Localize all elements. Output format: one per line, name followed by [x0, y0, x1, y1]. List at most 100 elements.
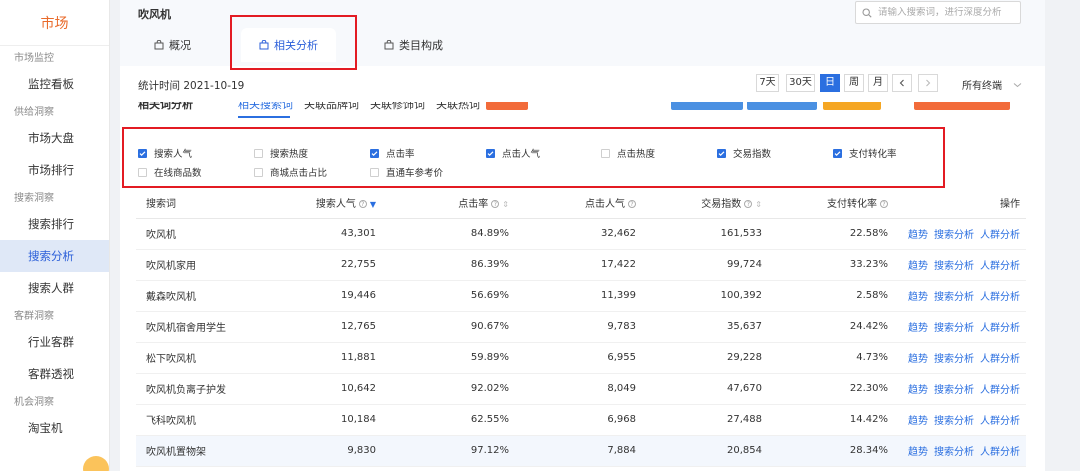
- cell-keyword: 飞科吹风机: [136, 404, 286, 436]
- search-analysis-link[interactable]: 搜索分析: [934, 230, 974, 241]
- tab-category-composition[interactable]: 类目构成: [384, 28, 443, 62]
- col-pay-conversion[interactable]: 支付转化率?: [764, 188, 890, 219]
- chevron-right-icon: [926, 79, 931, 87]
- crowd-analysis-link[interactable]: 人群分析: [980, 416, 1020, 427]
- cell-actions: 趋势 搜索分析 人群分析: [890, 342, 1026, 374]
- trend-link[interactable]: 趋势: [908, 230, 928, 241]
- col-click-rate[interactable]: 点击率? ⇕: [378, 188, 511, 219]
- search-analysis-link[interactable]: 搜索分析: [934, 261, 974, 272]
- sort-icon[interactable]: ⇕: [502, 200, 509, 209]
- sidebar-item-market-ranking[interactable]: 市场排行: [0, 154, 109, 186]
- sidebar-item-market-overview[interactable]: 市场大盘: [0, 122, 109, 154]
- toolbar-button[interactable]: [747, 102, 817, 110]
- help-icon[interactable]: ?: [358, 200, 367, 209]
- col-keyword: 搜索词: [136, 188, 286, 219]
- trend-link[interactable]: 趋势: [908, 261, 928, 272]
- help-icon[interactable]: ?: [880, 200, 888, 209]
- subtab-related-words[interactable]: 相关搜索词: [238, 102, 293, 112]
- cell-actions: 趋势 搜索分析 人群分析: [890, 311, 1026, 343]
- range-7d-button[interactable]: 7天: [756, 74, 779, 92]
- trend-link[interactable]: 趋势: [908, 292, 928, 303]
- trend-link[interactable]: 趋势: [908, 447, 928, 458]
- subtab-underline: [238, 116, 290, 118]
- range-week-button[interactable]: 周: [844, 74, 864, 92]
- terminal-select[interactable]: 所有终端: [962, 77, 1022, 92]
- search-input[interactable]: [878, 7, 1018, 18]
- crowd-analysis-link[interactable]: 人群分析: [980, 323, 1020, 334]
- crowd-analysis-link[interactable]: 人群分析: [980, 447, 1020, 458]
- table-header-row: 搜索词 搜索人气? ▼ 点击率? ⇕ 点击人气? 交易指数? ⇕ 支付转化率? 操作: [136, 188, 1026, 219]
- subtab-bar: 相关词分析 相关搜索词 关联品牌词 关联修饰词 关联热词: [120, 102, 1045, 118]
- sidebar-section-title: 机会洞察: [14, 397, 54, 408]
- col-click-popularity[interactable]: 点击人气?: [511, 188, 638, 219]
- trend-link[interactable]: 趋势: [908, 385, 928, 396]
- subtab-brand-words[interactable]: 关联品牌词: [304, 102, 359, 112]
- toolbar-button[interactable]: [486, 102, 528, 110]
- toolbar-button[interactable]: [914, 102, 1010, 110]
- next-date-button[interactable]: [918, 74, 938, 92]
- help-icon[interactable]: ?: [628, 200, 636, 209]
- cell-click-popularity: 11,399: [511, 280, 638, 312]
- sidebar-item-search-ranking[interactable]: 搜索排行: [0, 208, 109, 240]
- sort-icon[interactable]: ⇕: [755, 200, 762, 209]
- help-icon[interactable]: ?: [744, 200, 753, 209]
- range-month-button[interactable]: 月: [868, 74, 888, 92]
- sort-desc-icon[interactable]: ▼: [370, 200, 376, 209]
- trend-link[interactable]: 趋势: [908, 323, 928, 334]
- stat-time: 统计时间 2021-10-19: [138, 80, 245, 92]
- subtab-hot-words[interactable]: 关联热词: [436, 102, 480, 112]
- cell-search-popularity: 9,830: [286, 435, 378, 467]
- subtab-modifier-words[interactable]: 关联修饰词: [370, 102, 425, 112]
- crowd-analysis-link[interactable]: 人群分析: [980, 385, 1020, 396]
- help-icon[interactable]: ?: [491, 200, 500, 209]
- cell-pay-conversion: 2.58%: [764, 280, 890, 312]
- sidebar-item-monitor-board[interactable]: 监控看板: [0, 68, 109, 100]
- terminal-select-value: 所有终端: [962, 81, 1002, 92]
- tab-overview[interactable]: 概况: [154, 28, 191, 62]
- cell-pay-conversion: 24.42%: [764, 311, 890, 343]
- search-analysis-link[interactable]: 搜索分析: [934, 416, 974, 427]
- cell-actions: 趋势 搜索分析 人群分析: [890, 218, 1026, 250]
- prev-date-button[interactable]: [892, 74, 912, 92]
- cell-click-rate: 97.12%: [378, 435, 511, 467]
- sidebar-item-customer-insight[interactable]: 客群透视: [0, 358, 109, 390]
- range-30d-button[interactable]: 30天: [786, 74, 815, 92]
- table-row: 吹风机家用 22,755 86.39% 17,422 99,724 33.23% 趋势 搜索分…: [136, 249, 1026, 281]
- sidebar-brand[interactable]: 市场: [0, 0, 109, 46]
- sidebar: 市场 市场监控 监控看板 供给洞察 市场大盘 市场排行 搜索洞察 搜索排行 搜索…: [0, 0, 110, 471]
- cell-pay-conversion: 14.42%: [764, 404, 890, 436]
- sidebar-item-search-analysis[interactable]: 搜索分析: [0, 240, 109, 272]
- sidebar-item-search-crowd[interactable]: 搜索人群: [0, 272, 109, 304]
- cell-keyword: 吹风机负离子护发: [136, 373, 286, 405]
- range-day-button[interactable]: 日: [820, 74, 840, 92]
- search-analysis-link[interactable]: 搜索分析: [934, 323, 974, 334]
- crowd-analysis-link[interactable]: 人群分析: [980, 354, 1020, 365]
- sidebar-item-industry-customers[interactable]: 行业客群: [0, 326, 109, 358]
- toolbar-button[interactable]: [823, 102, 881, 110]
- crowd-analysis-link[interactable]: 人群分析: [980, 292, 1020, 303]
- cell-trade-index: 161,533: [638, 218, 764, 250]
- trend-link[interactable]: 趋势: [908, 354, 928, 365]
- sidebar-item-opportunity[interactable]: 淘宝机: [0, 412, 109, 444]
- chevron-down-icon: [1013, 83, 1022, 88]
- cell-trade-index: 35,637: [638, 311, 764, 343]
- crowd-analysis-link[interactable]: 人群分析: [980, 230, 1020, 241]
- trend-link[interactable]: 趋势: [908, 416, 928, 427]
- col-actions: 操作: [890, 188, 1026, 219]
- cell-pay-conversion: 33.23%: [764, 249, 890, 281]
- date-filter-row: 统计时间 2021-10-19 7天 30天 日 周 月 所有终端: [120, 66, 1045, 102]
- crowd-analysis-link[interactable]: 人群分析: [980, 261, 1020, 272]
- cell-click-popularity: 6,968: [511, 404, 638, 436]
- cell-search-popularity: 12,765: [286, 311, 378, 343]
- toolbar-button[interactable]: [671, 102, 743, 110]
- search-analysis-link[interactable]: 搜索分析: [934, 385, 974, 396]
- search-box[interactable]: [855, 1, 1021, 24]
- col-trade-index[interactable]: 交易指数? ⇕: [638, 188, 764, 219]
- search-analysis-link[interactable]: 搜索分析: [934, 354, 974, 365]
- search-analysis-link[interactable]: 搜索分析: [934, 292, 974, 303]
- col-search-popularity[interactable]: 搜索人气? ▼: [286, 188, 378, 219]
- tab-highlight-box: [230, 15, 357, 70]
- sidebar-section-title: 搜索洞察: [14, 193, 54, 204]
- table-row: 吹风机宿舍用学生 12,765 90.67% 9,783 35,637 24.42% 趋势搜…: [136, 311, 1026, 343]
- search-analysis-link[interactable]: 搜索分析: [934, 447, 974, 458]
